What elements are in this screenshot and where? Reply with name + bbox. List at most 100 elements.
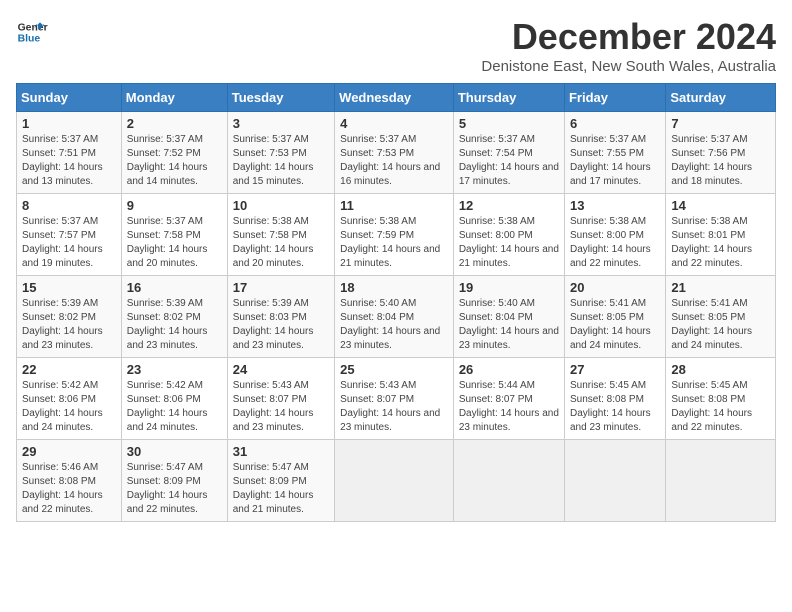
sunset-label: Sunset: 8:08 PM — [22, 476, 96, 487]
day-number: 30 — [127, 444, 222, 459]
daylight-label: Daylight: 14 hours and 20 minutes. — [127, 244, 208, 269]
daylight-label: Daylight: 14 hours and 19 minutes. — [22, 244, 103, 269]
daylight-label: Daylight: 14 hours and 23 minutes. — [340, 408, 440, 433]
calendar-cell: 25 Sunrise: 5:43 AM Sunset: 8:07 PM Dayl… — [335, 358, 454, 440]
daylight-label: Daylight: 14 hours and 24 minutes. — [671, 326, 752, 351]
day-info: Sunrise: 5:40 AM Sunset: 8:04 PM Dayligh… — [340, 297, 448, 353]
header-saturday: Saturday — [666, 84, 776, 112]
day-info: Sunrise: 5:37 AM Sunset: 7:54 PM Dayligh… — [459, 133, 559, 189]
day-info: Sunrise: 5:37 AM Sunset: 7:58 PM Dayligh… — [127, 215, 222, 271]
sunrise-label: Sunrise: 5:39 AM — [22, 298, 98, 309]
calendar-cell: 8 Sunrise: 5:37 AM Sunset: 7:57 PM Dayli… — [17, 194, 122, 276]
sunrise-label: Sunrise: 5:45 AM — [671, 380, 747, 391]
day-number: 14 — [671, 198, 770, 213]
daylight-label: Daylight: 14 hours and 23 minutes. — [127, 326, 208, 351]
day-info: Sunrise: 5:41 AM Sunset: 8:05 PM Dayligh… — [671, 297, 770, 353]
calendar-cell: 6 Sunrise: 5:37 AM Sunset: 7:55 PM Dayli… — [564, 112, 665, 194]
calendar-cell: 11 Sunrise: 5:38 AM Sunset: 7:59 PM Dayl… — [335, 194, 454, 276]
calendar-cell: 15 Sunrise: 5:39 AM Sunset: 8:02 PM Dayl… — [17, 276, 122, 358]
calendar-body: 1 Sunrise: 5:37 AM Sunset: 7:51 PM Dayli… — [17, 112, 776, 522]
calendar-cell: 2 Sunrise: 5:37 AM Sunset: 7:52 PM Dayli… — [121, 112, 227, 194]
day-info: Sunrise: 5:39 AM Sunset: 8:02 PM Dayligh… — [127, 297, 222, 353]
sunset-label: Sunset: 8:05 PM — [671, 312, 745, 323]
calendar-cell — [564, 440, 665, 522]
sunrise-label: Sunrise: 5:37 AM — [22, 134, 98, 145]
sunset-label: Sunset: 8:05 PM — [570, 312, 644, 323]
day-info: Sunrise: 5:38 AM Sunset: 8:01 PM Dayligh… — [671, 215, 770, 271]
calendar-cell: 10 Sunrise: 5:38 AM Sunset: 7:58 PM Dayl… — [227, 194, 334, 276]
day-info: Sunrise: 5:37 AM Sunset: 7:57 PM Dayligh… — [22, 215, 116, 271]
day-info: Sunrise: 5:40 AM Sunset: 8:04 PM Dayligh… — [459, 297, 559, 353]
calendar-cell: 14 Sunrise: 5:38 AM Sunset: 8:01 PM Dayl… — [666, 194, 776, 276]
daylight-label: Daylight: 14 hours and 18 minutes. — [671, 162, 752, 187]
daylight-label: Daylight: 14 hours and 24 minutes. — [570, 326, 651, 351]
day-number: 27 — [570, 362, 660, 377]
sunset-label: Sunset: 8:08 PM — [570, 394, 644, 405]
day-info: Sunrise: 5:42 AM Sunset: 8:06 PM Dayligh… — [22, 379, 116, 435]
day-number: 9 — [127, 198, 222, 213]
sunset-label: Sunset: 8:01 PM — [671, 230, 745, 241]
day-number: 1 — [22, 116, 116, 131]
calendar-title: December 2024 — [481, 16, 776, 58]
sunset-label: Sunset: 8:07 PM — [233, 394, 307, 405]
sunset-label: Sunset: 7:58 PM — [233, 230, 307, 241]
daylight-label: Daylight: 14 hours and 22 minutes. — [127, 490, 208, 515]
logo-icon: General Blue — [16, 16, 48, 48]
daylight-label: Daylight: 14 hours and 14 minutes. — [127, 162, 208, 187]
day-number: 21 — [671, 280, 770, 295]
sunrise-label: Sunrise: 5:43 AM — [340, 380, 416, 391]
day-info: Sunrise: 5:41 AM Sunset: 8:05 PM Dayligh… — [570, 297, 660, 353]
day-number: 7 — [671, 116, 770, 131]
sunrise-label: Sunrise: 5:37 AM — [459, 134, 535, 145]
calendar-cell: 29 Sunrise: 5:46 AM Sunset: 8:08 PM Dayl… — [17, 440, 122, 522]
calendar-cell: 31 Sunrise: 5:47 AM Sunset: 8:09 PM Dayl… — [227, 440, 334, 522]
day-number: 20 — [570, 280, 660, 295]
sunrise-label: Sunrise: 5:44 AM — [459, 380, 535, 391]
day-info: Sunrise: 5:38 AM Sunset: 8:00 PM Dayligh… — [570, 215, 660, 271]
sunrise-label: Sunrise: 5:42 AM — [22, 380, 98, 391]
calendar-cell: 28 Sunrise: 5:45 AM Sunset: 8:08 PM Dayl… — [666, 358, 776, 440]
daylight-label: Daylight: 14 hours and 23 minutes. — [233, 326, 314, 351]
day-info: Sunrise: 5:47 AM Sunset: 8:09 PM Dayligh… — [127, 461, 222, 517]
calendar-cell: 3 Sunrise: 5:37 AM Sunset: 7:53 PM Dayli… — [227, 112, 334, 194]
day-info: Sunrise: 5:38 AM Sunset: 8:00 PM Dayligh… — [459, 215, 559, 271]
day-number: 29 — [22, 444, 116, 459]
calendar-week-row: 22 Sunrise: 5:42 AM Sunset: 8:06 PM Dayl… — [17, 358, 776, 440]
sunset-label: Sunset: 8:07 PM — [459, 394, 533, 405]
sunset-label: Sunset: 8:00 PM — [570, 230, 644, 241]
sunset-label: Sunset: 8:09 PM — [127, 476, 201, 487]
sunrise-label: Sunrise: 5:39 AM — [233, 298, 309, 309]
sunset-label: Sunset: 8:04 PM — [459, 312, 533, 323]
sunset-label: Sunset: 7:58 PM — [127, 230, 201, 241]
sunset-label: Sunset: 8:00 PM — [459, 230, 533, 241]
header-wednesday: Wednesday — [335, 84, 454, 112]
day-number: 25 — [340, 362, 448, 377]
calendar-cell: 20 Sunrise: 5:41 AM Sunset: 8:05 PM Dayl… — [564, 276, 665, 358]
daylight-label: Daylight: 14 hours and 21 minutes. — [459, 244, 559, 269]
daylight-label: Daylight: 14 hours and 16 minutes. — [340, 162, 440, 187]
day-info: Sunrise: 5:43 AM Sunset: 8:07 PM Dayligh… — [233, 379, 329, 435]
day-number: 5 — [459, 116, 559, 131]
day-number: 13 — [570, 198, 660, 213]
daylight-label: Daylight: 14 hours and 24 minutes. — [127, 408, 208, 433]
daylight-label: Daylight: 14 hours and 23 minutes. — [570, 408, 651, 433]
svg-text:Blue: Blue — [18, 34, 41, 45]
calendar-cell — [666, 440, 776, 522]
day-number: 18 — [340, 280, 448, 295]
header-sunday: Sunday — [17, 84, 122, 112]
sunrise-label: Sunrise: 5:43 AM — [233, 380, 309, 391]
day-number: 17 — [233, 280, 329, 295]
calendar-cell: 1 Sunrise: 5:37 AM Sunset: 7:51 PM Dayli… — [17, 112, 122, 194]
header-friday: Friday — [564, 84, 665, 112]
calendar-cell — [335, 440, 454, 522]
day-number: 16 — [127, 280, 222, 295]
sunset-label: Sunset: 7:51 PM — [22, 148, 96, 159]
calendar-cell: 9 Sunrise: 5:37 AM Sunset: 7:58 PM Dayli… — [121, 194, 227, 276]
calendar-cell: 27 Sunrise: 5:45 AM Sunset: 8:08 PM Dayl… — [564, 358, 665, 440]
day-info: Sunrise: 5:46 AM Sunset: 8:08 PM Dayligh… — [22, 461, 116, 517]
calendar-cell: 16 Sunrise: 5:39 AM Sunset: 8:02 PM Dayl… — [121, 276, 227, 358]
day-number: 8 — [22, 198, 116, 213]
day-number: 3 — [233, 116, 329, 131]
daylight-label: Daylight: 14 hours and 22 minutes. — [671, 408, 752, 433]
day-info: Sunrise: 5:37 AM Sunset: 7:53 PM Dayligh… — [233, 133, 329, 189]
